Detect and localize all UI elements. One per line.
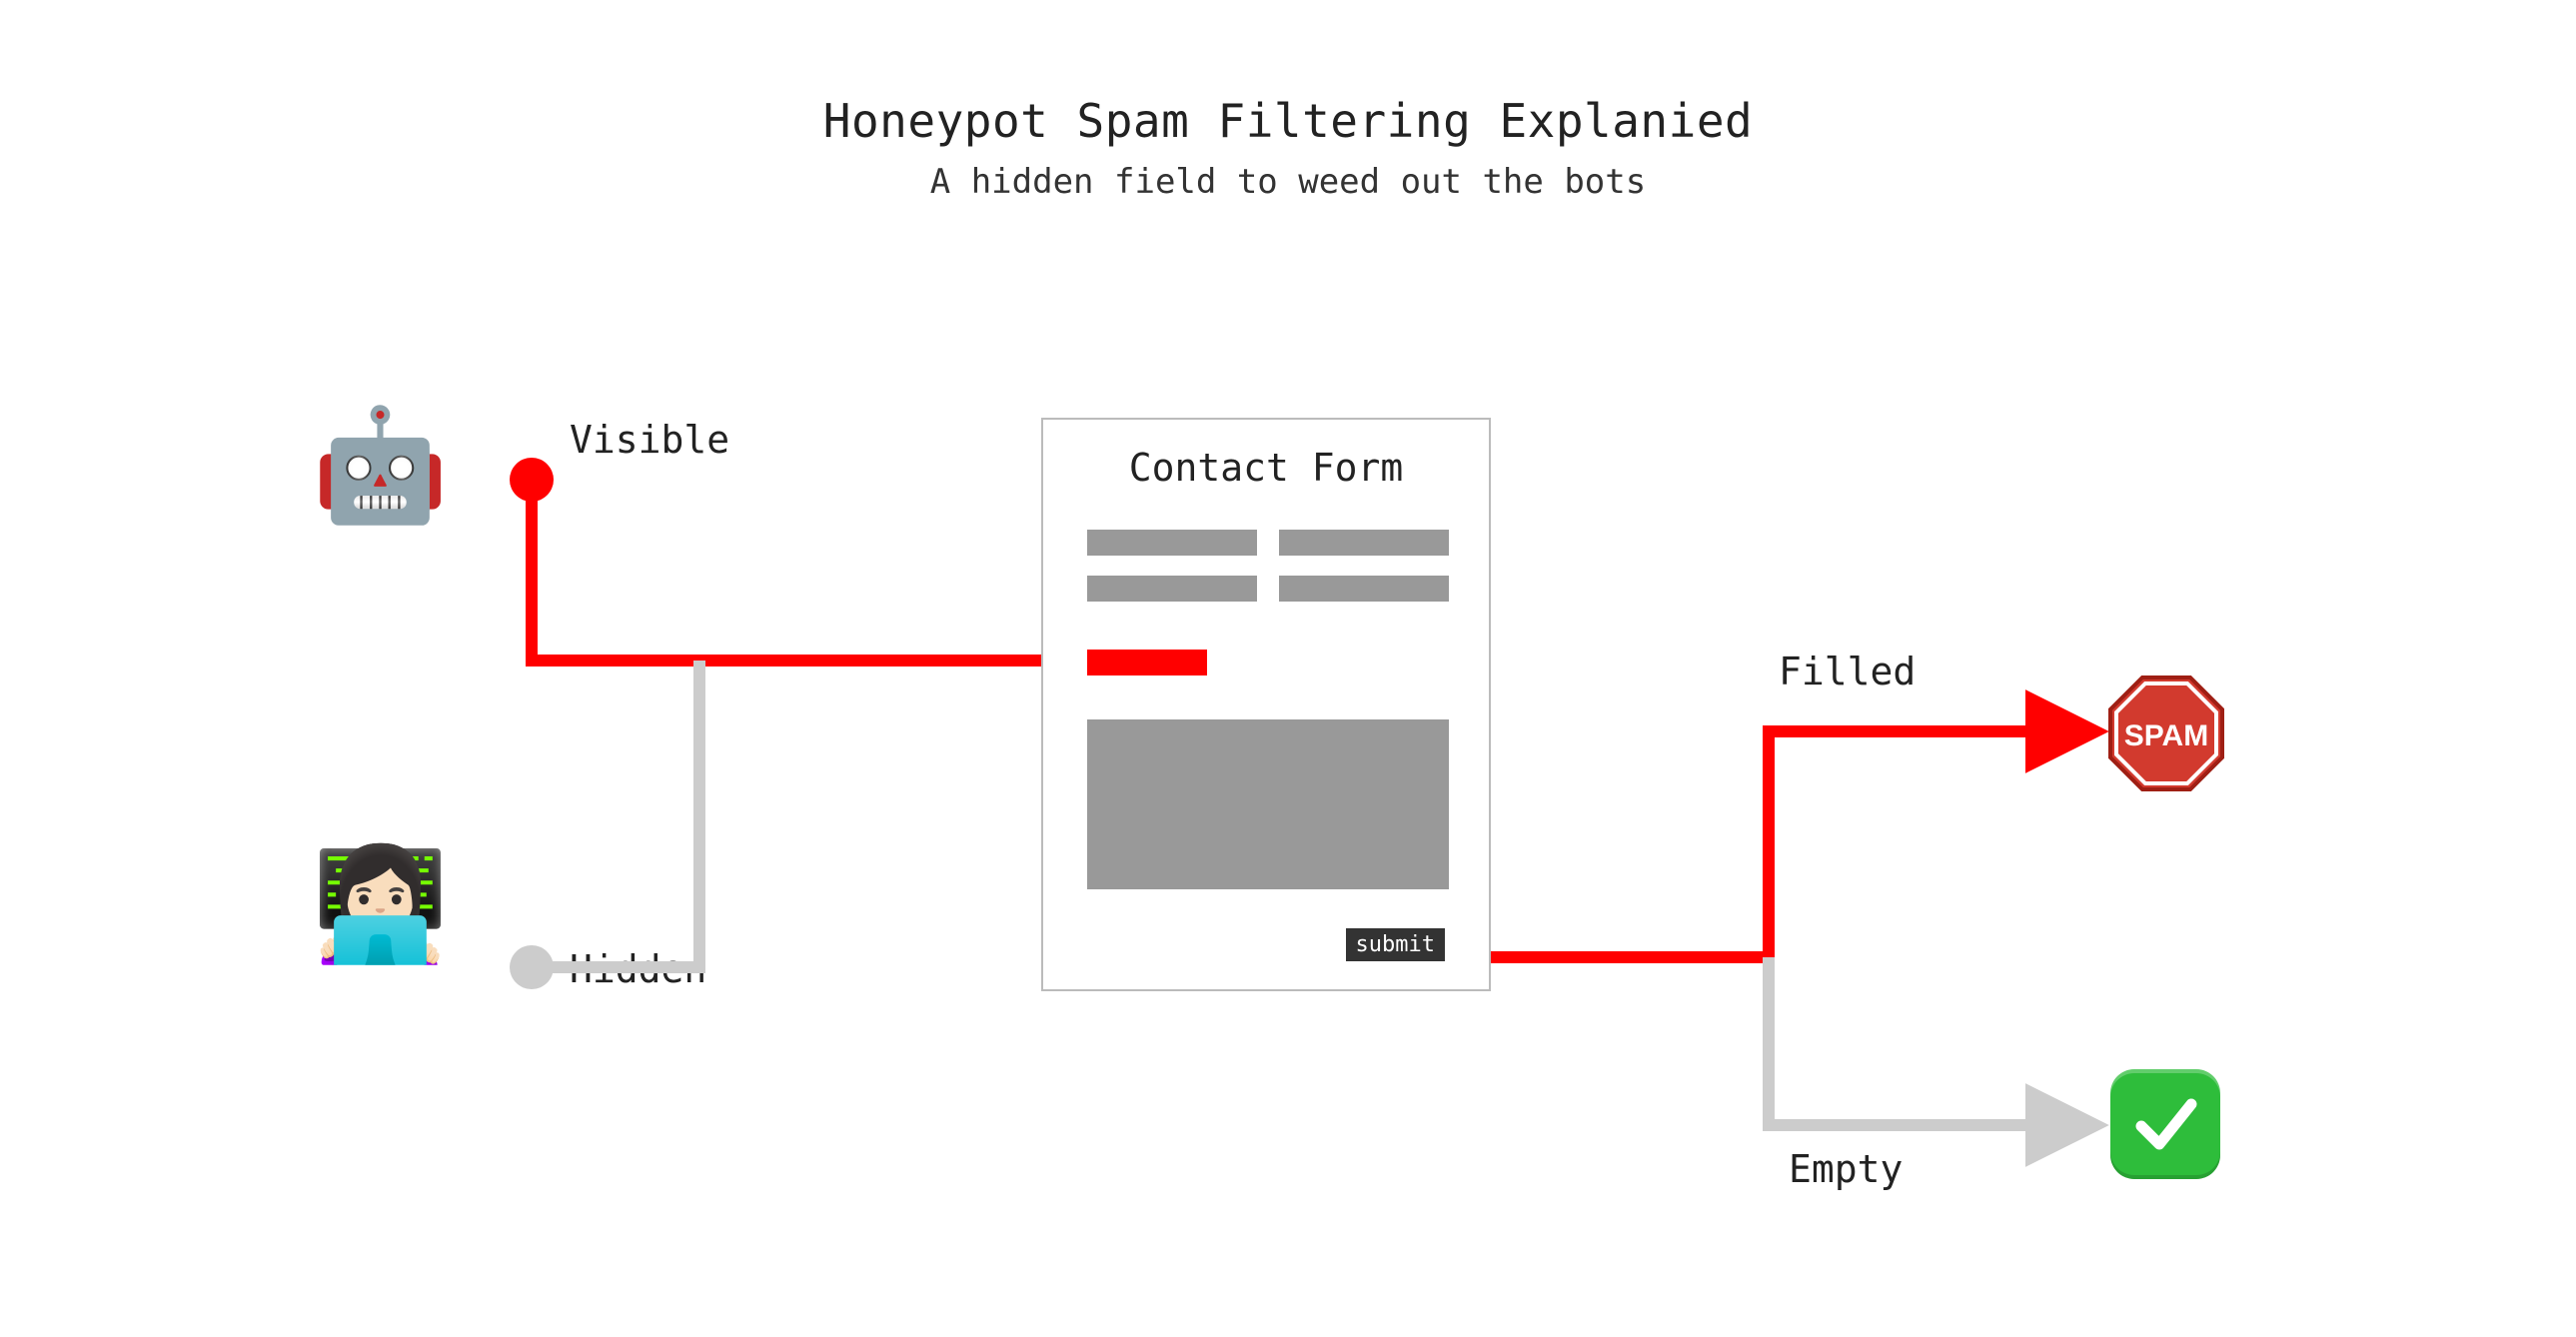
honeypot-field (1087, 650, 1207, 675)
contact-form: Contact Form submit (1041, 418, 1491, 991)
spam-icon: SPAM (2106, 673, 2226, 793)
diagram-title: Honeypot Spam Filtering Explanied (823, 94, 1753, 148)
form-title: Contact Form (1129, 446, 1404, 490)
submit-button: submit (1346, 928, 1445, 961)
visible-node (510, 458, 554, 502)
form-textarea (1087, 719, 1449, 889)
form-field (1087, 530, 1257, 556)
form-field (1087, 576, 1257, 602)
robot-icon: 🤖 (312, 410, 449, 520)
form-field (1279, 530, 1449, 556)
form-field (1279, 576, 1449, 602)
diagram-subtitle: A hidden field to weed out the bots (930, 162, 1646, 202)
label-empty: Empty (1789, 1147, 1903, 1191)
label-visible: Visible (570, 418, 729, 462)
label-filled: Filled (1779, 650, 1916, 693)
hidden-node (510, 945, 554, 989)
label-hidden: Hidden (570, 947, 706, 991)
check-icon (2110, 1069, 2220, 1179)
person-icon: 👩🏻‍💻 (312, 849, 449, 959)
svg-text:SPAM: SPAM (2124, 719, 2208, 752)
